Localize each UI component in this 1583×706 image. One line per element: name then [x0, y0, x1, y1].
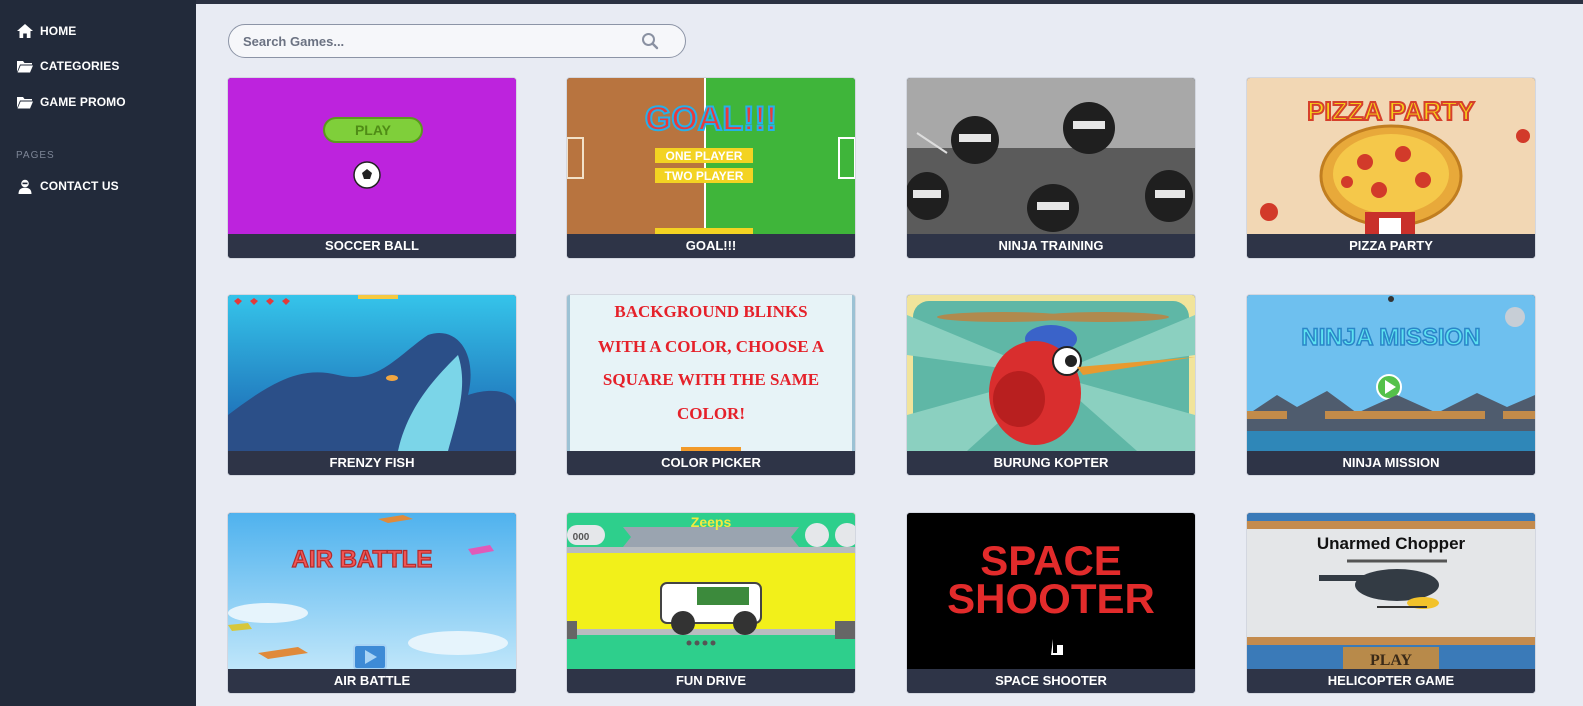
game-card-color-picker[interactable]: BACKGROUND BLINKS WITH A COLOR, CHOOSE A… [567, 295, 855, 475]
game-title: SOCCER BALL [228, 234, 516, 258]
game-title: SPACE SHOOTER [907, 669, 1195, 693]
game-thumbnail: NINJA MISSION [1247, 295, 1535, 451]
game-thumbnail: PLAY [228, 78, 516, 234]
svg-text:ONE PLAYER: ONE PLAYER [666, 149, 743, 163]
search-input[interactable] [243, 33, 641, 49]
sidebar: HOME CATEGORIES GAME PROMO PAGES CONTACT… [0, 0, 196, 706]
game-card-ninja-mission[interactable]: NINJA MISSION NINJA MISSION [1247, 295, 1535, 475]
sidebar-item-contact-us[interactable]: CONTACT US [16, 176, 119, 196]
game-title: FUN DRIVE [567, 669, 855, 693]
sidebar-item-label: GAME PROMO [40, 95, 126, 109]
svg-text:GOAL!!!: GOAL!!! [645, 100, 777, 138]
svg-text:Zeeps: Zeeps [691, 514, 732, 530]
game-thumbnail: PIZZA PARTY [1247, 78, 1535, 234]
sidebar-item-game-promo[interactable]: GAME PROMO [16, 92, 126, 112]
svg-text:SQUARE WITH THE SAME: SQUARE WITH THE SAME [603, 370, 819, 389]
user-icon [16, 178, 34, 194]
game-title: NINJA TRAINING [907, 234, 1195, 258]
sidebar-item-label: CONTACT US [40, 179, 119, 193]
svg-text:PIZZA PARTY: PIZZA PARTY [1307, 96, 1475, 126]
sidebar-item-label: CATEGORIES [40, 59, 120, 73]
sidebar-item-home[interactable]: HOME [16, 21, 76, 41]
game-thumbnail [907, 78, 1195, 234]
game-card-helicopter-game[interactable]: Unarmed Chopper PLAY HELICOPTER GAME [1247, 513, 1535, 693]
game-thumbnail: Zeeps 000 [567, 513, 855, 669]
svg-text:NINJA MISSION: NINJA MISSION [1301, 324, 1480, 351]
svg-text:WITH A COLOR, CHOOSE A: WITH A COLOR, CHOOSE A [598, 337, 825, 356]
game-title: NINJA MISSION [1247, 451, 1535, 475]
main-content: PLAY SOCCER BALL GOAL!!! ONE PLAYER TWO … [196, 4, 1583, 706]
svg-text:TWO PLAYER: TWO PLAYER [665, 169, 744, 183]
game-card-space-shooter[interactable]: SPACE SHOOTER SPACE SHOOTER [907, 513, 1195, 693]
game-card-burung-kopter[interactable]: BURUNG KOPTER [907, 295, 1195, 475]
game-title: BURUNG KOPTER [907, 451, 1195, 475]
game-thumbnail [228, 295, 516, 451]
svg-text:000: 000 [573, 532, 590, 543]
svg-text:AIR BATTLE: AIR BATTLE [292, 546, 433, 573]
home-icon [16, 23, 34, 39]
sidebar-item-categories[interactable]: CATEGORIES [16, 56, 119, 76]
game-card-air-battle[interactable]: AIR BATTLE AIR BATTLE [228, 513, 516, 693]
game-thumbnail: BACKGROUND BLINKS WITH A COLOR, CHOOSE A… [567, 295, 855, 451]
game-card-fun-drive[interactable]: Zeeps 000 FUN DRIVE [567, 513, 855, 693]
game-card-soccer-ball[interactable]: PLAY SOCCER BALL [228, 78, 516, 258]
search-bar [228, 24, 686, 58]
search-icon[interactable] [641, 32, 659, 50]
game-thumbnail: AIR BATTLE [228, 513, 516, 669]
game-card-goal[interactable]: GOAL!!! ONE PLAYER TWO PLAYER GOAL!!! [567, 78, 855, 258]
game-thumbnail: Unarmed Chopper PLAY [1247, 513, 1535, 669]
game-title: PIZZA PARTY [1247, 234, 1535, 258]
game-title: AIR BATTLE [228, 669, 516, 693]
game-title: COLOR PICKER [567, 451, 855, 475]
folder-icon [16, 58, 34, 74]
game-title: FRENZY FISH [228, 451, 516, 475]
game-title: HELICOPTER GAME [1247, 669, 1535, 693]
svg-text:Unarmed Chopper: Unarmed Chopper [1317, 534, 1466, 553]
svg-text:PLAY: PLAY [355, 122, 392, 138]
game-title: GOAL!!! [567, 234, 855, 258]
svg-text:COLOR!: COLOR! [677, 404, 745, 423]
game-thumbnail: GOAL!!! ONE PLAYER TWO PLAYER [567, 78, 855, 234]
pages-section-label: PAGES [16, 150, 55, 161]
game-thumbnail [907, 295, 1195, 451]
game-card-pizza-party[interactable]: PIZZA PARTY PIZZA PARTY [1247, 78, 1535, 258]
svg-text:BACKGROUND BLINKS: BACKGROUND BLINKS [614, 302, 807, 321]
folder-icon [16, 94, 34, 110]
game-card-frenzy-fish[interactable]: FRENZY FISH [228, 295, 516, 475]
sidebar-item-label: HOME [40, 24, 77, 38]
svg-text:SHOOTER: SHOOTER [947, 575, 1155, 622]
svg-text:PLAY: PLAY [1370, 652, 1413, 669]
game-thumbnail: SPACE SHOOTER [907, 513, 1195, 669]
game-card-ninja-training[interactable]: NINJA TRAINING [907, 78, 1195, 258]
